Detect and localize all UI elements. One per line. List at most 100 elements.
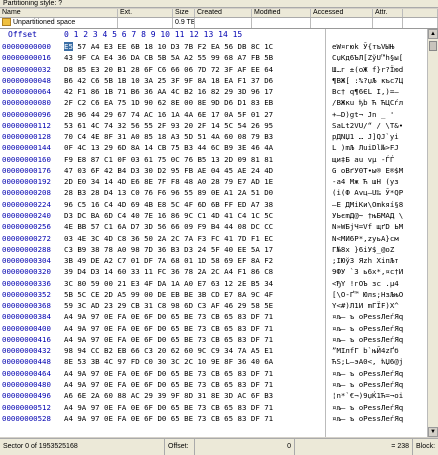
row-text[interactable]: –Е ДMiKи\Omkяí§8	[332, 199, 403, 210]
hex-row[interactable]: 00000000352 5B 5C CE 2D A5 99 00 DE EB BE…	[0, 289, 427, 300]
hex-rows[interactable]: 00000000000 E5 57 A4 E3 EE 6B 18 10 D3 7B…	[0, 41, 427, 424]
row-text[interactable]: /ВЖкu ђb Ћ ЋЦСѓл	[332, 97, 403, 108]
scroll-down-button[interactable]: ▼	[428, 427, 438, 437]
row-hex-bytes[interactable]: A6 6E 2A 60 88 AC 29 39 9F 8D 31 8E 3D A…	[64, 390, 273, 401]
row-text[interactable]: pДNЏ1 … Ј]QJ`yі	[332, 131, 399, 142]
col-header-created[interactable]: Created	[195, 9, 252, 17]
row-hex-bytes[interactable]: A4 9A 97 0E FA 0E 6F D0 65 BE 73 CB 65 8…	[64, 402, 273, 413]
row-hex-bytes[interactable]: 96 C5 16 C4 4D 69 4B E8 5C 4F 6D 6B FF E…	[64, 199, 273, 210]
row-text[interactable]: (і(Ф Аvц–U‰ Ў*QР	[332, 187, 403, 198]
row-hex-bytes[interactable]: 2F C2 C6 EA 75 1D 90 62 8E 00 8E 9D D6 D…	[64, 97, 273, 108]
col-header-ext[interactable]: Ext.	[118, 9, 173, 17]
vertical-scrollbar[interactable]: ▲ ▼	[427, 29, 438, 437]
row-hex-bytes[interactable]: 28 B3 28 D4 13 C0 76 F6 96 55 89 0E A1 2…	[64, 187, 273, 198]
row-text[interactable]: Y<­#)Л1И mГЇF)X^	[332, 300, 399, 311]
row-hex-bytes[interactable]: 4E BB 57 C1 6A D7 3D 56 66 09 F9 B4 44 0…	[64, 221, 273, 232]
hex-row[interactable]: 00000000096 2B 96 44 29 67 74 AC 16 1A 4A…	[0, 109, 427, 120]
hex-row[interactable]: 00000000464 A4 9A 97 0E FA 0E 6F D0 65 BE…	[0, 368, 427, 379]
row-hex-bytes[interactable]: A4 9A 97 0E FA 0E 6F D0 65 BE 73 CB 65 8…	[64, 323, 273, 334]
row-hex-bytes[interactable]: 59 3C AD 23 29 CB 31 C8 98 6D C3 AF 46 2…	[64, 300, 273, 311]
hex-row[interactable]: 00000000320 39 D4 D3 14 60 33 11 FC 36 78…	[0, 266, 427, 277]
hex-row[interactable]: 00000000512 A4 9A 97 0E FA 0E 6F D0 65 BE…	[0, 402, 427, 413]
row-text[interactable]: ¶BЖ[ :%?џЉ къс7Ц	[332, 75, 403, 86]
hex-row[interactable]: 00000000480 A4 9A 97 0E FA 0E 6F D0 65 BE…	[0, 379, 427, 390]
row-hex-bytes[interactable]: B6 42 C6 5B 1B 10 3A 25 3F 9F 8A 18 EA F…	[64, 75, 273, 86]
hex-row[interactable]: 00000000160 F9 E8 87 C1 0F 03 61 75 0C 76…	[0, 154, 427, 165]
row-text[interactable]: N»WБjЧ=Vf щґD ЬМ	[332, 221, 403, 232]
row-hex-bytes[interactable]: 47 03 6F 42 B4 D3 30 D2 95 FB AE 04 45 A…	[64, 165, 273, 176]
row-hex-bytes[interactable]: 39 D4 D3 14 60 33 11 FC 36 78 2A 2C A4 F…	[64, 266, 273, 277]
row-hex-bytes[interactable]: A4 9A 97 0E FA 0E 6F D0 65 BE 73 CB 65 8…	[64, 379, 273, 390]
hex-row[interactable]: 00000000144 0F 4C 13 29 6D 8A 14 CB 75 B3…	[0, 142, 427, 153]
row-text[interactable]: еW¤гюk Ў{тъVЫЊ	[332, 41, 394, 52]
row-hex-bytes[interactable]: D8 85 E3 20 B1 28 6F C6 66 06 7D 72 3F A…	[64, 64, 273, 75]
hex-row[interactable]: 00000000496 A6 6E 2A 60 88 AC 29 39 9F 8D…	[0, 390, 427, 401]
hex-row[interactable]: 00000000336 3C 80 59 00 21 E3 4F DA 1A A0…	[0, 278, 427, 289]
row-hex-bytes[interactable]: A4 9A 97 0E FA 0E 6F D0 65 BE 73 CB 65 8…	[64, 334, 273, 345]
row-hex-bytes[interactable]: 70 C4 4E 8F 31 A0 85 18 A3 5D 51 4A 60 0…	[64, 131, 273, 142]
row-hex-bytes[interactable]: A4 9A 97 0E FA 0E 6F D0 65 BE 73 CB 65 8…	[64, 413, 273, 424]
hex-row[interactable]: 00000000112 53 61 4C 74 32 56 55 2F 93 20…	[0, 120, 427, 131]
row-hex-bytes[interactable]: 3C 80 59 00 21 E3 4F DA 1A A0 E7 63 12 2…	[64, 278, 273, 289]
hex-editor-view[interactable]: Offset 0 1 2 3 4 5 6 7 8 9 10 11 12 13 1…	[0, 29, 427, 437]
col-header-name[interactable]: Name	[0, 9, 118, 17]
row-text[interactable]: N<MИ6P*,zуьA}см	[332, 233, 399, 244]
hex-row[interactable]: 00000000064 42 F1 86 1B 71 B6 36 AA 4C B2…	[0, 86, 427, 97]
row-text[interactable]: щи‡Б au vµ -ЃЃ	[332, 154, 394, 165]
hex-row[interactable]: 00000000016 43 9F CA E4 36 DA CB 5B 5A A2…	[0, 52, 427, 63]
row-hex-bytes[interactable]: 98 94 CC B2 EB 66 C3 20 62 60 9C C9 34 7…	[64, 345, 273, 356]
col-header-modified[interactable]: Modified	[252, 9, 311, 17]
row-text[interactable]: L )mЉ ЛuіDl№>FJ	[332, 142, 399, 153]
row-text[interactable]: ¤љ— ъ oРeѕsЛeѓЯq	[332, 402, 403, 413]
row-text[interactable]: 9ФУ `3 ь6x*,¤с†И	[332, 266, 403, 277]
hex-row[interactable]: 00000000032 D8 85 E3 20 B1 28 6F C6 66 06…	[0, 64, 427, 75]
cursor-byte[interactable]: E5	[64, 42, 73, 51]
hex-row[interactable]: 00000000384 A4 9A 97 0E FA 0E 6F D0 65 BE…	[0, 311, 427, 322]
row-text[interactable]: Bс† q¶6ЄL І‚)=–	[332, 86, 399, 97]
hex-row[interactable]: 00000000400 A4 9A 97 0E FA 0E 6F D0 65 BE…	[0, 323, 427, 334]
row-text[interactable]: ¤љ— ъ oРeѕsЛeѓЯq	[332, 368, 403, 379]
row-text[interactable]: ¤љ— ъ oРeѕsЛeѓЯq	[332, 379, 403, 390]
hex-row[interactable]: 00000000368 59 3C AD 23 29 CB 31 C8 98 6D…	[0, 300, 427, 311]
hex-row[interactable]: 00000000192 2D E0 34 14 4D E6 8E 7F F8 48…	[0, 176, 427, 187]
scroll-up-button[interactable]: ▲	[428, 29, 438, 39]
hex-row[interactable]: 00000000000 E5 57 A4 E3 EE 6B 18 10 D3 7B…	[0, 41, 427, 52]
row-hex-bytes[interactable]: 3B 49 DE A2 C7 01 DF 7A 68 01 1D 58 69 E…	[64, 255, 273, 266]
row-text[interactable]: Ш…г ±(оЖ f}r?Ïюd	[332, 64, 403, 75]
row-text[interactable]: ¤љ— ъ oРeѕsЛeѓЯq	[332, 334, 403, 345]
row-text[interactable]: ¤љ— ъ oРeѕsЛeѓЯq	[332, 311, 403, 322]
col-header-accessed[interactable]: Accessed	[311, 9, 373, 17]
row-text[interactable]: [\О-Ґ™ Юлѕ;НзЉњO	[332, 289, 403, 300]
row-hex-bytes[interactable]: 03 4E 3C 4D C8 36 50 2A 2C 7A F3 FC 41 7…	[64, 233, 273, 244]
row-text[interactable]: -а4 Mж Ћ шH (yз­	[332, 176, 399, 187]
row-hex-bytes[interactable]: 53 61 4C 74 32 56 55 2F 93 20 2F 14 5C 5…	[64, 120, 273, 131]
row-text[interactable]: ¤љ— ъ oРeѕsЛeѓЯq	[332, 413, 403, 424]
row-text[interactable]: G oBґУ0Т•ы® E®$M	[332, 165, 403, 176]
row-hex-bytes[interactable]: C3 B9 38 78 A0 98 7D 36 B3 D3 24 5F 40 E…	[64, 244, 273, 255]
row-hex-bytes[interactable]: 2D E0 34 14 4D E6 8E 7F F8 48 A0 28 79 E…	[64, 176, 273, 187]
row-hex-bytes[interactable]: 2B 96 44 29 67 74 AC 16 1A 4A 6E 17 0A 5…	[64, 109, 273, 120]
hex-row[interactable]: 00000000208 28 B3 28 D4 13 C0 76 F6 96 55…	[0, 187, 427, 198]
col-header-extra[interactable]	[403, 9, 438, 17]
hex-row[interactable]: 00000000256 4E BB 57 C1 6A D7 3D 56 66 09…	[0, 221, 427, 232]
row-hex-bytes[interactable]: 8E 53 3B 4C 97 FD C0 30 3C 2C 10 9E 8F 3…	[64, 356, 273, 367]
hex-row[interactable]: 00000000048 B6 42 C6 5B 1B 10 3A 25 3F 9F…	[0, 75, 427, 86]
col-header-attr[interactable]: Attr.	[373, 9, 403, 17]
row-text[interactable]: +–D)gt¬ Jn _ '	[332, 109, 394, 120]
row-hex-bytes[interactable]: 5B 5C CE 2D A5 99 00 DE EB BE 3B CD E7 8…	[64, 289, 273, 300]
row-text[interactable]: CџКд6ЪЛ[ZўU™h§ы[	[332, 52, 403, 63]
row-hex-bytes[interactable]: 0F 4C 13 29 6D 8A 14 CB 75 B3 44 6C B9 3…	[64, 142, 273, 153]
row-text[interactable]: ¤љ— ъ oРeѕsЛeѓЯq	[332, 323, 403, 334]
row-hex-bytes[interactable]: A4 9A 97 0E FA 0E 6F D0 65 BE 73 CB 65 8…	[64, 368, 273, 379]
hex-row[interactable]: 00000000176 47 03 6F 42 B4 D3 30 D2 95 FB…	[0, 165, 427, 176]
row-text[interactable]: ЋS;L—эА0<, ћЏ6@j	[332, 356, 403, 367]
col-header-size[interactable]: Size	[173, 9, 195, 17]
row-hex-bytes[interactable]: 43 9F CA E4 36 DA CB 5B 5A A2 55 99 68 A…	[64, 52, 273, 63]
row-hex-bytes[interactable]: A4 9A 97 0E FA 0E 6F D0 65 BE 73 CB 65 8…	[64, 311, 273, 322]
hex-row[interactable]: 00000000432 98 94 CC B2 EB 66 C3 20 62 60…	[0, 345, 427, 356]
hex-row[interactable]: 00000000416 A4 9A 97 0E FA 0E 6F D0 65 BE…	[0, 334, 427, 345]
row-hex-bytes[interactable]: 42 F1 86 1B 71 B6 36 AA 4C B2 16 82 29 3…	[64, 86, 273, 97]
hex-row[interactable]: 00000000304 3B 49 DE A2 C7 01 DF 7A 68 01…	[0, 255, 427, 266]
row-hex-bytes[interactable]: E5 57 A4 E3 EE 6B 18 10 D3 7B F2 EA 56 D…	[64, 41, 273, 52]
row-text[interactable]: ;IЮўЗ Яzh XiпЉт	[332, 255, 399, 266]
